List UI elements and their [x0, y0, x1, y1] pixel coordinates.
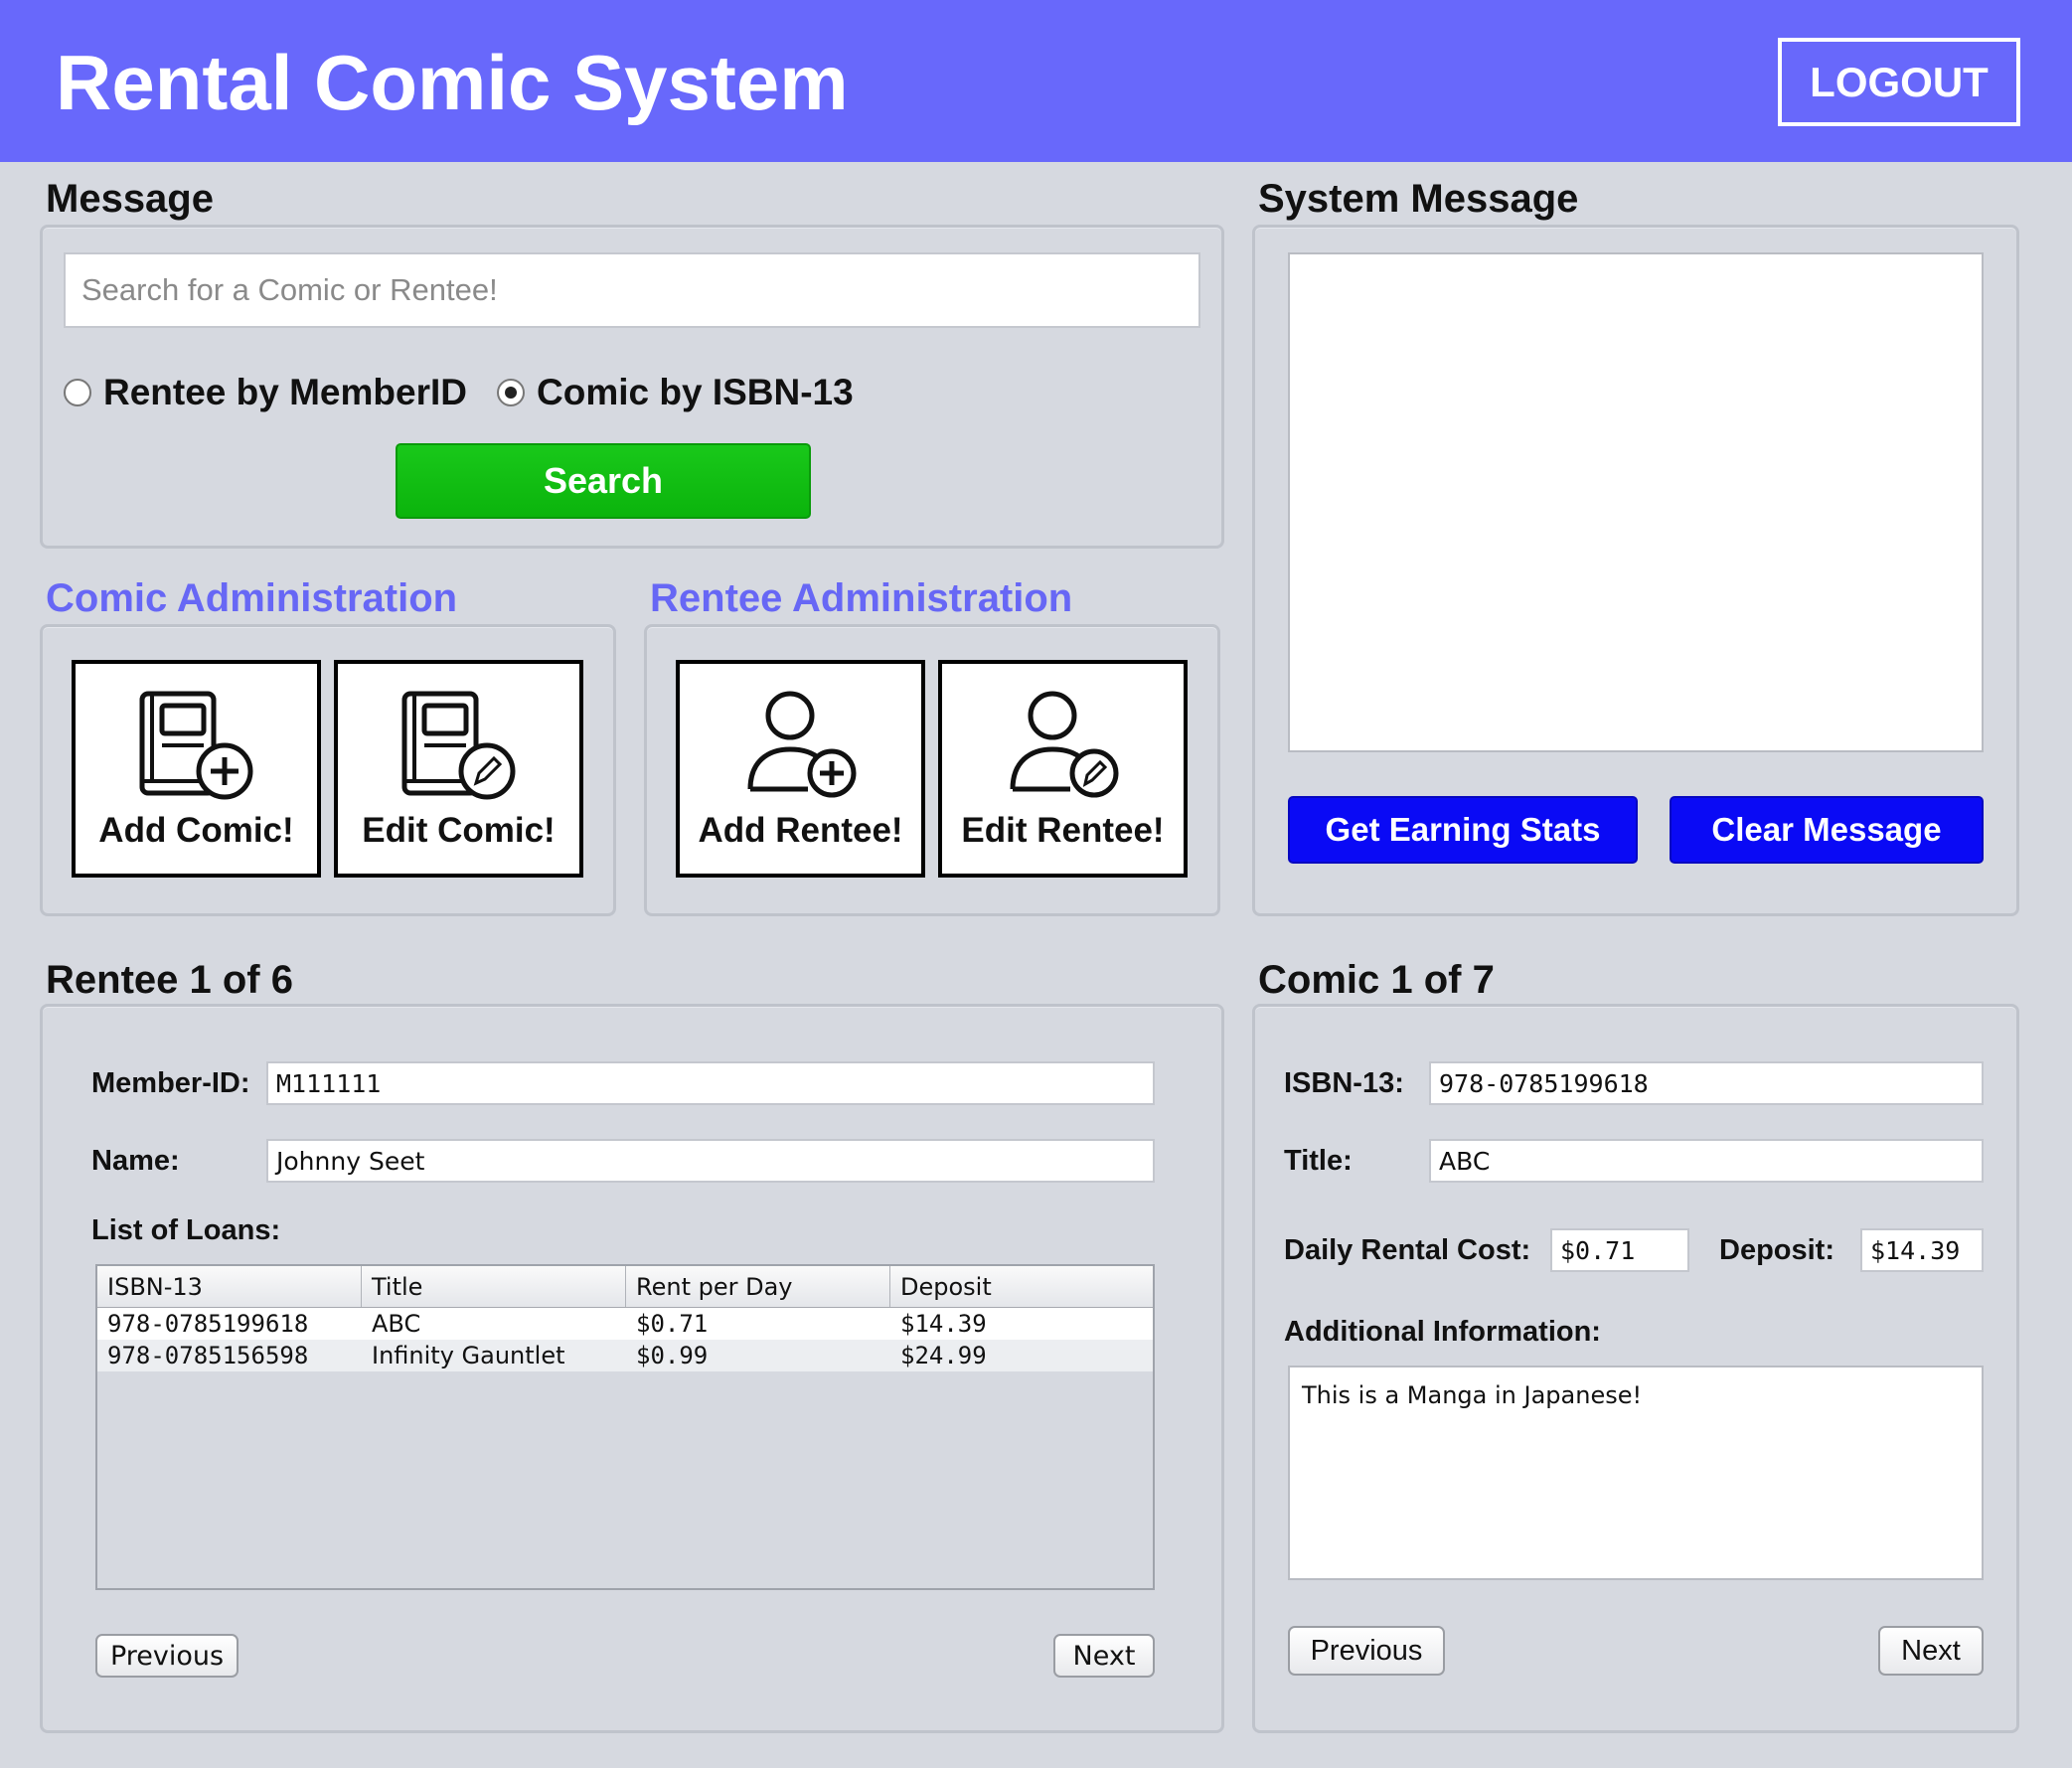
radio-comic-by-isbn[interactable]: Comic by ISBN-13: [497, 372, 854, 413]
cell-deposit: $24.99: [900, 1342, 987, 1369]
edit-rentee-icon: [1010, 691, 1118, 798]
deposit-field[interactable]: $14.39: [1860, 1228, 1984, 1272]
radio-comic-label: Comic by ISBN-13: [537, 372, 854, 412]
add-comic-icon: [139, 691, 252, 800]
additional-info-textarea[interactable]: This is a Manga in Japanese!: [1288, 1366, 1984, 1580]
isbn-field[interactable]: 978-0785199618: [1429, 1061, 1984, 1105]
rentee-admin-title: Rentee Administration: [650, 576, 1073, 620]
edit-comic-label: Edit Comic!: [362, 811, 556, 850]
cell-title: ABC: [372, 1310, 421, 1338]
edit-comic-button[interactable]: Edit Comic!: [334, 660, 583, 878]
add-rentee-icon: [747, 691, 856, 798]
clear-message-button[interactable]: Clear Message: [1670, 796, 1984, 864]
comic-title-field[interactable]: ABC: [1429, 1139, 1984, 1183]
loans-table[interactable]: ISBN-13 Title Rent per Day Deposit 978-0…: [95, 1264, 1155, 1590]
table-row[interactable]: 978-0785156598 Infinity Gauntlet $0.99 $…: [97, 1340, 1153, 1371]
radio-rentee-label: Rentee by MemberID: [103, 372, 467, 412]
search-button[interactable]: Search: [396, 443, 811, 519]
member-id-field[interactable]: M111111: [266, 1061, 1155, 1105]
logout-button[interactable]: LOGOUT: [1778, 38, 2020, 126]
member-id-label: Member-ID:: [91, 1067, 250, 1099]
cell-rent: $0.71: [636, 1310, 709, 1338]
name-label: Name:: [91, 1145, 180, 1177]
daily-rental-cost-label: Daily Rental Cost:: [1284, 1234, 1531, 1266]
daily-rental-cost-field[interactable]: $0.71: [1550, 1228, 1689, 1272]
edit-comic-icon: [401, 691, 515, 800]
comic-title-label: Title:: [1284, 1145, 1353, 1177]
comic-admin-title: Comic Administration: [46, 576, 458, 620]
isbn-label: ISBN-13:: [1284, 1067, 1404, 1099]
edit-rentee-button[interactable]: Edit Rentee!: [938, 660, 1188, 878]
comic-title: Comic 1 of 7: [1258, 958, 1495, 1002]
system-message-textarea[interactable]: [1288, 252, 1984, 752]
cell-deposit: $14.39: [900, 1310, 987, 1338]
rentee-next-button[interactable]: Next: [1053, 1634, 1155, 1678]
column-header-deposit[interactable]: Deposit: [890, 1266, 1153, 1307]
cell-isbn: 978-0785156598: [107, 1342, 309, 1369]
table-row[interactable]: 978-0785199618 ABC $0.71 $14.39: [97, 1308, 1153, 1340]
app-title: Rental Comic System: [56, 39, 849, 126]
column-header-rent-per-day[interactable]: Rent per Day: [626, 1266, 890, 1307]
rentee-previous-button[interactable]: Previous: [95, 1634, 239, 1678]
cell-rent: $0.99: [636, 1342, 709, 1369]
add-comic-label: Add Comic!: [98, 811, 294, 850]
radio-rentee-by-memberid[interactable]: Rentee by MemberID: [64, 372, 467, 413]
comic-next-button[interactable]: Next: [1878, 1626, 1984, 1676]
message-title: Message: [46, 177, 214, 221]
list-of-loans-label: List of Loans:: [91, 1214, 281, 1246]
comic-previous-button[interactable]: Previous: [1288, 1626, 1445, 1676]
additional-info-label: Additional Information:: [1284, 1316, 1601, 1348]
add-comic-button[interactable]: Add Comic!: [72, 660, 321, 878]
search-input[interactable]: [64, 252, 1200, 328]
rentee-title: Rentee 1 of 6: [46, 958, 293, 1002]
radio-button-off[interactable]: [64, 379, 91, 406]
name-field[interactable]: Johnny Seet: [266, 1139, 1155, 1183]
cell-title: Infinity Gauntlet: [372, 1342, 565, 1369]
cell-isbn: 978-0785199618: [107, 1310, 309, 1338]
table-header: ISBN-13 Title Rent per Day Deposit: [97, 1266, 1153, 1308]
radio-button-on[interactable]: [497, 379, 525, 406]
get-earning-stats-button[interactable]: Get Earning Stats: [1288, 796, 1638, 864]
system-message-title: System Message: [1258, 177, 1579, 221]
column-header-isbn[interactable]: ISBN-13: [97, 1266, 362, 1307]
add-rentee-button[interactable]: Add Rentee!: [676, 660, 925, 878]
deposit-label: Deposit:: [1719, 1234, 1834, 1266]
column-header-title[interactable]: Title: [362, 1266, 626, 1307]
edit-rentee-label: Edit Rentee!: [961, 811, 1165, 850]
add-rentee-label: Add Rentee!: [698, 811, 903, 850]
